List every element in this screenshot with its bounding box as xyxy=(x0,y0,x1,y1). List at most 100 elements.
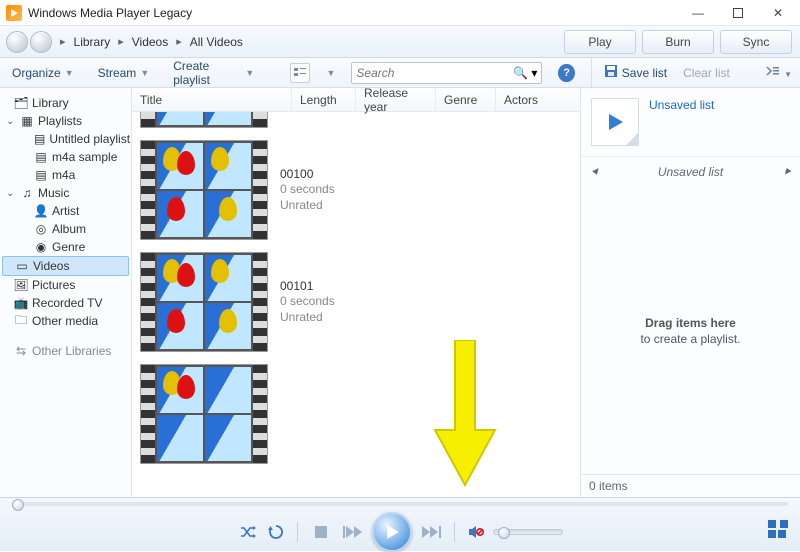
video-meta: 00100 0 seconds Unrated xyxy=(280,167,335,214)
tree-library[interactable]: 🗂 Library xyxy=(2,94,129,112)
minimize-button[interactable]: — xyxy=(678,2,718,24)
playlist-file-icon: ▤ xyxy=(34,168,48,182)
video-thumbnail xyxy=(140,140,268,240)
video-name: 00100 xyxy=(280,167,335,183)
list-options-button[interactable]: ▼ xyxy=(765,65,792,80)
chevron-down-icon[interactable]: ▾ xyxy=(531,66,537,80)
video-thumbnail xyxy=(140,364,268,464)
tree-other-media[interactable]: 🗀Other media xyxy=(2,312,129,330)
pictures-icon: 🖼 xyxy=(14,278,28,292)
close-button[interactable]: ✕ xyxy=(758,2,798,24)
previous-button[interactable] xyxy=(340,519,366,545)
app-icon xyxy=(6,5,22,21)
volume-slider[interactable] xyxy=(493,529,563,535)
video-rating: Unrated xyxy=(280,198,335,214)
tab-burn[interactable]: Burn xyxy=(642,30,714,54)
col-length[interactable]: Length xyxy=(292,88,356,111)
next-list-button[interactable]: ⯈ xyxy=(778,163,796,181)
breadcrumb: ▸ Library ▸ Videos ▸ All Videos xyxy=(60,33,247,51)
playlist-icon: ▦ xyxy=(20,114,34,128)
shuffle-button[interactable] xyxy=(237,521,259,543)
video-item[interactable] xyxy=(132,112,580,134)
tree-playlist-item[interactable]: ▤m4a sample xyxy=(2,148,129,166)
prev-list-button[interactable]: ⯇ xyxy=(585,163,603,181)
tree-pictures[interactable]: 🖼Pictures xyxy=(2,276,129,294)
tv-icon: 📺 xyxy=(14,296,28,310)
chevron-down-icon: ▼ xyxy=(245,68,254,78)
video-item[interactable] xyxy=(132,358,580,470)
breadcrumb-videos[interactable]: Videos xyxy=(128,33,172,51)
search-box[interactable]: 🔍 ▾ xyxy=(351,62,542,84)
playlist-name-link[interactable]: Unsaved list xyxy=(649,98,714,112)
col-actors[interactable]: Actors xyxy=(496,88,580,111)
search-icon[interactable]: 🔍 xyxy=(513,66,528,80)
playlist-file-icon: ▤ xyxy=(34,150,48,164)
list-body[interactable]: 00100 0 seconds Unrated 00101 0 seconds … xyxy=(132,112,580,497)
video-thumbnail xyxy=(140,112,268,128)
playlist-panel: Unsaved list ⯇ Unsaved list ⯈ Drag items… xyxy=(580,88,800,497)
chevron-right-icon: ▸ xyxy=(118,35,124,48)
col-title[interactable]: Title xyxy=(132,88,292,111)
chevron-down-icon[interactable]: ▼ xyxy=(326,68,335,78)
playlist-file-icon: ▤ xyxy=(34,132,45,146)
tab-sync[interactable]: Sync xyxy=(720,30,792,54)
repeat-button[interactable] xyxy=(265,521,287,543)
expand-icon[interactable]: ⌄ xyxy=(6,188,16,199)
video-item[interactable]: 00101 0 seconds Unrated xyxy=(132,246,580,358)
tree-music[interactable]: ⌄ ♫ Music xyxy=(2,184,129,202)
forward-button[interactable] xyxy=(30,31,52,53)
separator xyxy=(297,522,298,542)
save-list-button[interactable]: Save list xyxy=(600,62,671,83)
tree-music-artist[interactable]: 👤Artist xyxy=(2,202,129,220)
drop-hint-bold: Drag items here xyxy=(645,316,736,330)
videos-icon: ▭ xyxy=(15,259,29,273)
window-title: Windows Media Player Legacy xyxy=(28,6,192,20)
tree-videos[interactable]: ▭Videos xyxy=(2,256,129,276)
drop-hint-sub: to create a playlist. xyxy=(640,332,740,346)
search-input[interactable] xyxy=(356,66,513,80)
create-playlist-menu[interactable]: Create playlist▼ xyxy=(169,57,258,89)
stream-menu[interactable]: Stream▼ xyxy=(94,64,154,82)
tree-music-genre[interactable]: ◉Genre xyxy=(2,238,129,256)
playlist-thumbnail xyxy=(591,98,639,146)
library-icon: 🗂 xyxy=(14,96,28,110)
help-button[interactable]: ? xyxy=(558,64,574,82)
titlebar: Windows Media Player Legacy — ✕ xyxy=(0,0,800,26)
back-button[interactable] xyxy=(6,31,28,53)
play-button[interactable] xyxy=(372,512,412,552)
chevron-down-icon: ▼ xyxy=(65,68,74,78)
artist-icon: 👤 xyxy=(34,204,48,218)
breadcrumb-all-videos[interactable]: All Videos xyxy=(186,33,247,51)
clear-list-button[interactable]: Clear list xyxy=(679,64,734,82)
tree-music-album[interactable]: ◎Album xyxy=(2,220,129,238)
tree-recorded-tv[interactable]: 📺Recorded TV xyxy=(2,294,129,312)
seek-slider[interactable] xyxy=(12,502,788,506)
tree-playlist-item[interactable]: ▤Untitled playlist xyxy=(2,130,129,148)
video-rating: Unrated xyxy=(280,310,335,326)
mute-button[interactable] xyxy=(465,521,487,543)
breadcrumb-library[interactable]: Library xyxy=(70,33,115,51)
tree-playlists[interactable]: ⌄ ▦ Playlists xyxy=(2,112,129,130)
playlist-nav: ⯇ Unsaved list ⯈ xyxy=(581,157,800,187)
view-options-button[interactable] xyxy=(290,63,310,83)
main-area: 🗂 Library ⌄ ▦ Playlists ▤Untitled playli… xyxy=(0,88,800,497)
organize-menu[interactable]: Organize▼ xyxy=(8,64,78,82)
col-release-year[interactable]: Release year xyxy=(356,88,436,111)
tree-playlist-item[interactable]: ▤m4a xyxy=(2,166,129,184)
network-libraries-icon: ⇆ xyxy=(14,344,28,358)
video-duration: 0 seconds xyxy=(280,294,335,310)
video-thumbnail xyxy=(140,252,268,352)
maximize-button[interactable] xyxy=(718,2,758,24)
tree-other-libraries[interactable]: ⇆Other Libraries xyxy=(2,342,129,360)
col-genre[interactable]: Genre xyxy=(436,88,496,111)
tab-play[interactable]: Play xyxy=(564,30,636,54)
switch-view-button[interactable] xyxy=(768,520,788,528)
video-item[interactable]: 00100 0 seconds Unrated xyxy=(132,134,580,246)
music-icon: ♫ xyxy=(20,186,34,200)
expand-icon[interactable]: ⌄ xyxy=(6,116,16,127)
next-button[interactable] xyxy=(418,519,444,545)
playlist-drop-zone[interactable]: Drag items here to create a playlist. xyxy=(581,187,800,474)
stop-button[interactable] xyxy=(308,519,334,545)
chevron-down-icon: ▼ xyxy=(784,70,792,79)
video-name: 00101 xyxy=(280,279,335,295)
